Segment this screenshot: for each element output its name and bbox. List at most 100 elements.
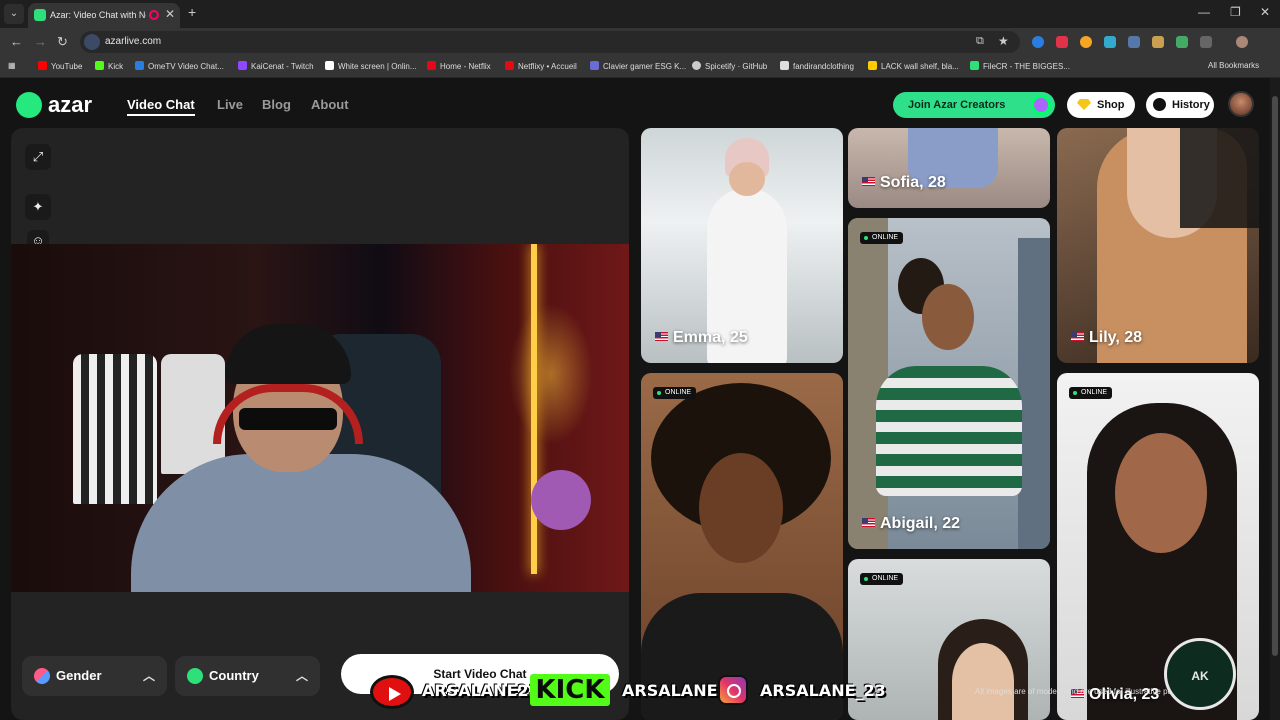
browser-tab-azar[interactable]: Azar: Video Chat with New ✕ bbox=[28, 3, 180, 28]
bookmark-item[interactable]: LACK wall shelf, bla... bbox=[868, 61, 959, 71]
us-flag-icon bbox=[655, 332, 668, 341]
bookmark-item[interactable]: OmeTV Video Chat... bbox=[135, 61, 224, 71]
close-tab-icon[interactable]: ✕ bbox=[165, 7, 175, 21]
page-scrollbar[interactable] bbox=[1270, 78, 1280, 720]
online-badge: ONLINE bbox=[860, 573, 904, 585]
user-avatar[interactable] bbox=[1228, 91, 1254, 117]
tab-search-icon[interactable]: ⌄ bbox=[4, 4, 24, 24]
stream-chat-overlay bbox=[1180, 124, 1280, 228]
bookmarks-bar: ▦ YouTube Kick OmeTV Video Chat... KaiCe… bbox=[0, 56, 1280, 78]
nav-video-chat[interactable]: Video Chat bbox=[127, 97, 195, 116]
us-flag-icon bbox=[862, 518, 875, 527]
effects-sparkle-icon[interactable]: ✦ bbox=[25, 194, 51, 220]
bookmark-item[interactable]: YouTube bbox=[38, 61, 82, 71]
restore-icon[interactable]: ❐ bbox=[1230, 5, 1241, 19]
profile-face bbox=[1115, 433, 1207, 553]
recording-icon bbox=[149, 10, 159, 20]
back-icon[interactable]: ← bbox=[10, 34, 23, 49]
new-tab-icon[interactable]: + bbox=[188, 4, 196, 20]
scrollbar-thumb[interactable] bbox=[1272, 96, 1278, 656]
bookmark-item[interactable]: Home - Netflix bbox=[427, 61, 491, 71]
online-badge: ONLINE bbox=[860, 232, 904, 244]
shop-label: Shop bbox=[1097, 99, 1125, 111]
profile-name: Lily, 28 bbox=[1071, 329, 1142, 347]
nav-about[interactable]: About bbox=[311, 97, 349, 112]
instagram-icon bbox=[718, 675, 748, 705]
extensions-puzzle-icon[interactable] bbox=[1200, 36, 1212, 48]
url-text: azarlive.com bbox=[105, 36, 162, 47]
gem-icon bbox=[1077, 99, 1091, 110]
apps-grid-icon[interactable]: ▦ bbox=[8, 61, 16, 70]
shop-button[interactable]: Shop bbox=[1067, 92, 1135, 118]
profile-card[interactable]: ONLINE bbox=[641, 373, 843, 720]
kick-logo: KICK bbox=[530, 674, 610, 706]
youtube-icon bbox=[370, 675, 414, 709]
forward-icon[interactable]: → bbox=[34, 34, 47, 49]
bookmark-item[interactable]: Clavier gamer ESG K... bbox=[590, 61, 686, 71]
profile-face bbox=[729, 162, 765, 196]
bookmark-item[interactable]: fandirandclothing bbox=[780, 61, 854, 71]
profile-card[interactable]: ONLINE Abigail, 22 bbox=[848, 218, 1050, 549]
minimize-icon[interactable]: — bbox=[1198, 5, 1210, 19]
bookmark-star-icon[interactable]: ★ bbox=[998, 34, 1009, 48]
browser-address-bar: ← → ↻ azarlive.com ⧉ ★ bbox=[0, 28, 1280, 56]
bookmark-item[interactable]: Kick bbox=[95, 61, 123, 71]
browser-tab-bar: ⌄ Azar: Video Chat with New ✕ + — ❐ ✕ bbox=[0, 0, 1280, 28]
us-flag-icon bbox=[1071, 332, 1084, 341]
bookmark-item[interactable]: KaiCenat - Twitch bbox=[238, 61, 314, 71]
nav-blog[interactable]: Blog bbox=[262, 97, 291, 112]
extension-icon[interactable] bbox=[1080, 36, 1092, 48]
profile-face bbox=[922, 284, 974, 350]
bookmark-item[interactable]: Netflixy • Accueil bbox=[505, 61, 577, 71]
extension-icon[interactable] bbox=[1176, 36, 1188, 48]
kick-handle: ARSALANE1 bbox=[622, 681, 729, 700]
cast-icon[interactable]: ⧉ bbox=[976, 35, 984, 48]
striped-sweater bbox=[876, 366, 1022, 496]
extension-icon[interactable] bbox=[1128, 36, 1140, 48]
chevron-up-icon: ︿ bbox=[295, 669, 308, 683]
all-bookmarks[interactable]: All Bookmarks bbox=[1208, 61, 1259, 70]
join-creators-label: Join Azar Creators bbox=[908, 99, 1006, 111]
nav-live[interactable]: Live bbox=[217, 97, 243, 112]
bookmark-item[interactable]: White screen | Onlin... bbox=[325, 61, 417, 71]
history-label: History bbox=[1172, 99, 1210, 111]
profile-card[interactable]: Emma, 25 bbox=[641, 128, 843, 363]
gender-icon bbox=[34, 668, 50, 684]
instagram-handle: ARSALANE_23 bbox=[760, 681, 886, 700]
join-creators-button[interactable]: Join Azar Creators bbox=[893, 92, 1055, 118]
local-camera-video bbox=[11, 244, 629, 592]
sunglasses bbox=[239, 408, 337, 430]
profile-name: Abigail, 22 bbox=[862, 515, 960, 533]
gender-filter-button[interactable]: Gender ︿ bbox=[22, 656, 167, 696]
profile-icon[interactable] bbox=[1236, 36, 1248, 48]
extension-icon[interactable] bbox=[1104, 36, 1116, 48]
extension-icon[interactable] bbox=[1056, 36, 1068, 48]
url-input[interactable]: azarlive.com ⧉ ★ bbox=[80, 31, 1020, 53]
profile-face bbox=[699, 453, 783, 563]
history-button[interactable]: History bbox=[1146, 92, 1214, 118]
streamer-emblem-logo: AK bbox=[1164, 638, 1236, 710]
country-label: Country bbox=[209, 668, 259, 683]
profile-card[interactable]: Sofia, 28 bbox=[848, 128, 1050, 208]
country-filter-button[interactable]: Country ︿ bbox=[175, 656, 320, 696]
plush-toy bbox=[531, 470, 591, 530]
extension-icon[interactable] bbox=[1152, 36, 1164, 48]
extension-icon[interactable] bbox=[1032, 36, 1044, 48]
profile-face bbox=[952, 643, 1014, 720]
creators-badge-icon bbox=[1031, 95, 1051, 115]
close-window-icon[interactable]: ✕ bbox=[1260, 5, 1270, 19]
wall-jersey bbox=[73, 354, 157, 504]
bookmark-item[interactable]: FileCR - THE BIGGES... bbox=[970, 61, 1070, 71]
azar-favicon-icon bbox=[34, 9, 46, 21]
reload-icon[interactable]: ↻ bbox=[57, 34, 68, 50]
site-info-icon[interactable] bbox=[84, 34, 100, 50]
tab-title: Azar: Video Chat with New bbox=[50, 10, 146, 20]
building bbox=[1018, 238, 1050, 549]
chevron-up-icon: ︿ bbox=[142, 669, 155, 683]
online-badge: ONLINE bbox=[653, 387, 697, 399]
expand-icon[interactable]: ⤢ bbox=[25, 144, 51, 170]
online-badge: ONLINE bbox=[1069, 387, 1113, 399]
us-flag-icon bbox=[862, 177, 875, 186]
profile-name: Sofia, 28 bbox=[862, 174, 946, 192]
bookmark-item[interactable]: Spicetify · GitHub bbox=[692, 61, 767, 71]
